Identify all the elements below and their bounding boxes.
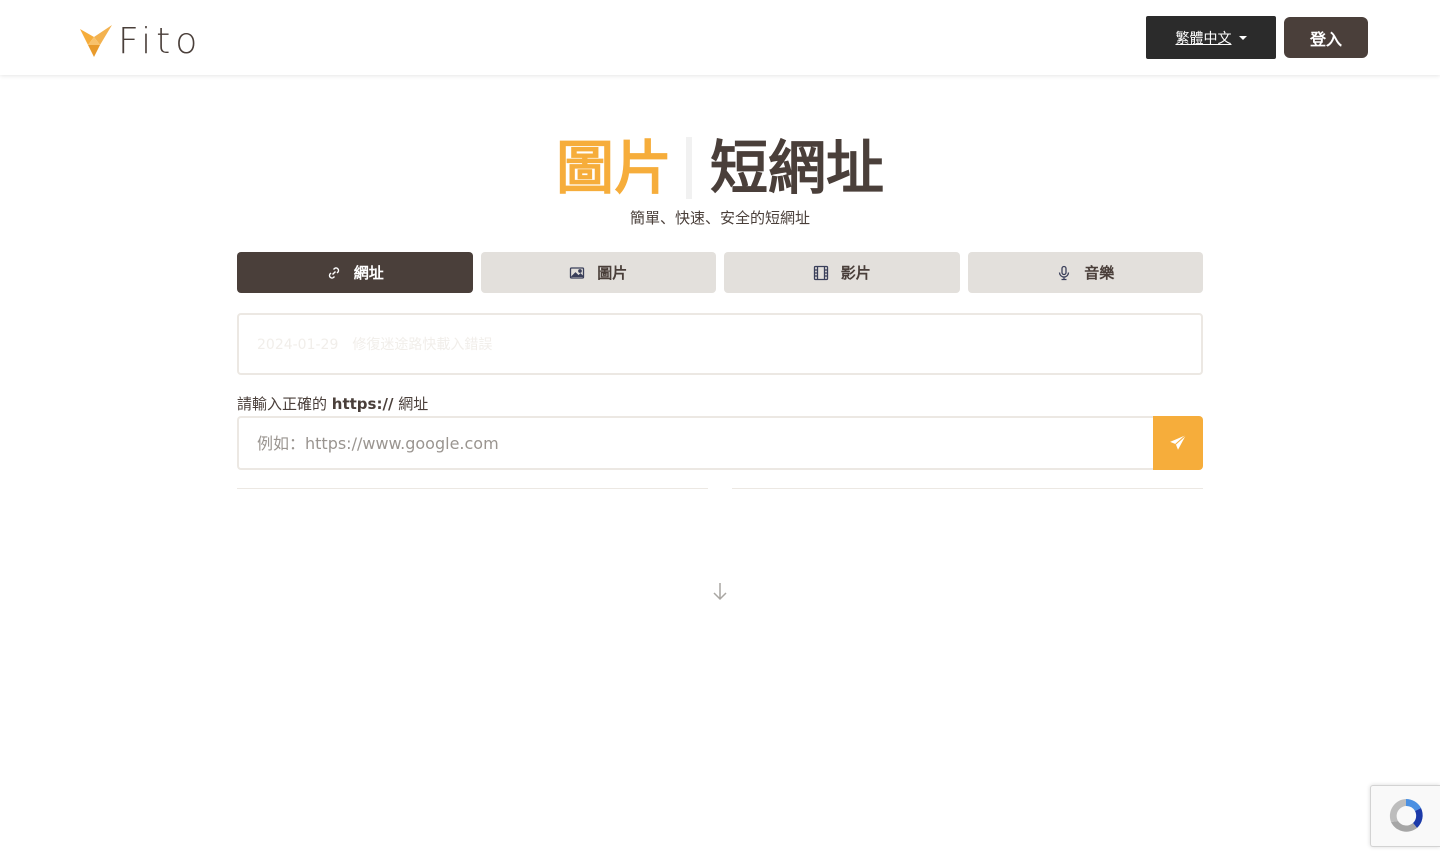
image-icon (570, 266, 585, 279)
tab-label: 影片 (840, 264, 871, 282)
language-label: 繁體中文 (1175, 30, 1232, 47)
film-icon (813, 265, 828, 280)
site-logo[interactable]: Fito (78, 22, 202, 62)
link-icon (328, 266, 339, 279)
divider-right (732, 488, 1203, 489)
hero-title-main: 短網址 (710, 134, 885, 202)
tab-label: 網址 (353, 264, 384, 282)
announcement-text: 2024-01-29 修復迷途路快載入錯誤 (257, 337, 493, 353)
label-prefix: 請輸入正確的 (237, 395, 332, 413)
recaptcha-badge[interactable] (1370, 785, 1440, 847)
logo-text: Fito (118, 21, 203, 62)
tab-label: 圖片 (597, 264, 628, 282)
tab-label: 音樂 (1084, 264, 1115, 282)
hero-subtitle: 簡單、快速、安全的短網址 (629, 209, 810, 227)
label-suffix: 網址 (393, 395, 429, 413)
shortener-type-tabs: 網址 圖片 影片 音樂 (237, 252, 1203, 293)
caret-down-icon (1238, 35, 1247, 40)
send-icon (1170, 434, 1187, 450)
tab-image[interactable]: 圖片 (480, 252, 716, 293)
tab-url[interactable]: 網址 (237, 252, 473, 293)
url-input[interactable] (237, 416, 1153, 470)
url-input-label: 請輸入正確的 https:// 網址 (237, 393, 428, 414)
divider-left (237, 488, 708, 489)
microphone-icon (1059, 265, 1070, 280)
title-divider (686, 137, 692, 199)
bird-logo-icon (80, 25, 112, 57)
announcement-box: 2024-01-29 修復迷途路快載入錯誤 (237, 313, 1203, 375)
login-button[interactable]: 登入 (1284, 17, 1368, 58)
recaptcha-icon (1389, 799, 1423, 832)
site-header: Fito 繁體中文 登入 (0, 0, 1440, 75)
hero-title-accent: 圖片 (555, 134, 672, 202)
submit-button[interactable] (1153, 416, 1203, 470)
label-protocol: https:// (331, 395, 394, 413)
tab-music[interactable]: 音樂 (967, 252, 1203, 293)
arrow-down-icon[interactable] (710, 580, 730, 602)
tab-video[interactable]: 影片 (724, 252, 960, 293)
hero-title: 圖片 短網址 (0, 130, 1440, 206)
language-dropdown[interactable]: 繁體中文 (1146, 16, 1276, 59)
